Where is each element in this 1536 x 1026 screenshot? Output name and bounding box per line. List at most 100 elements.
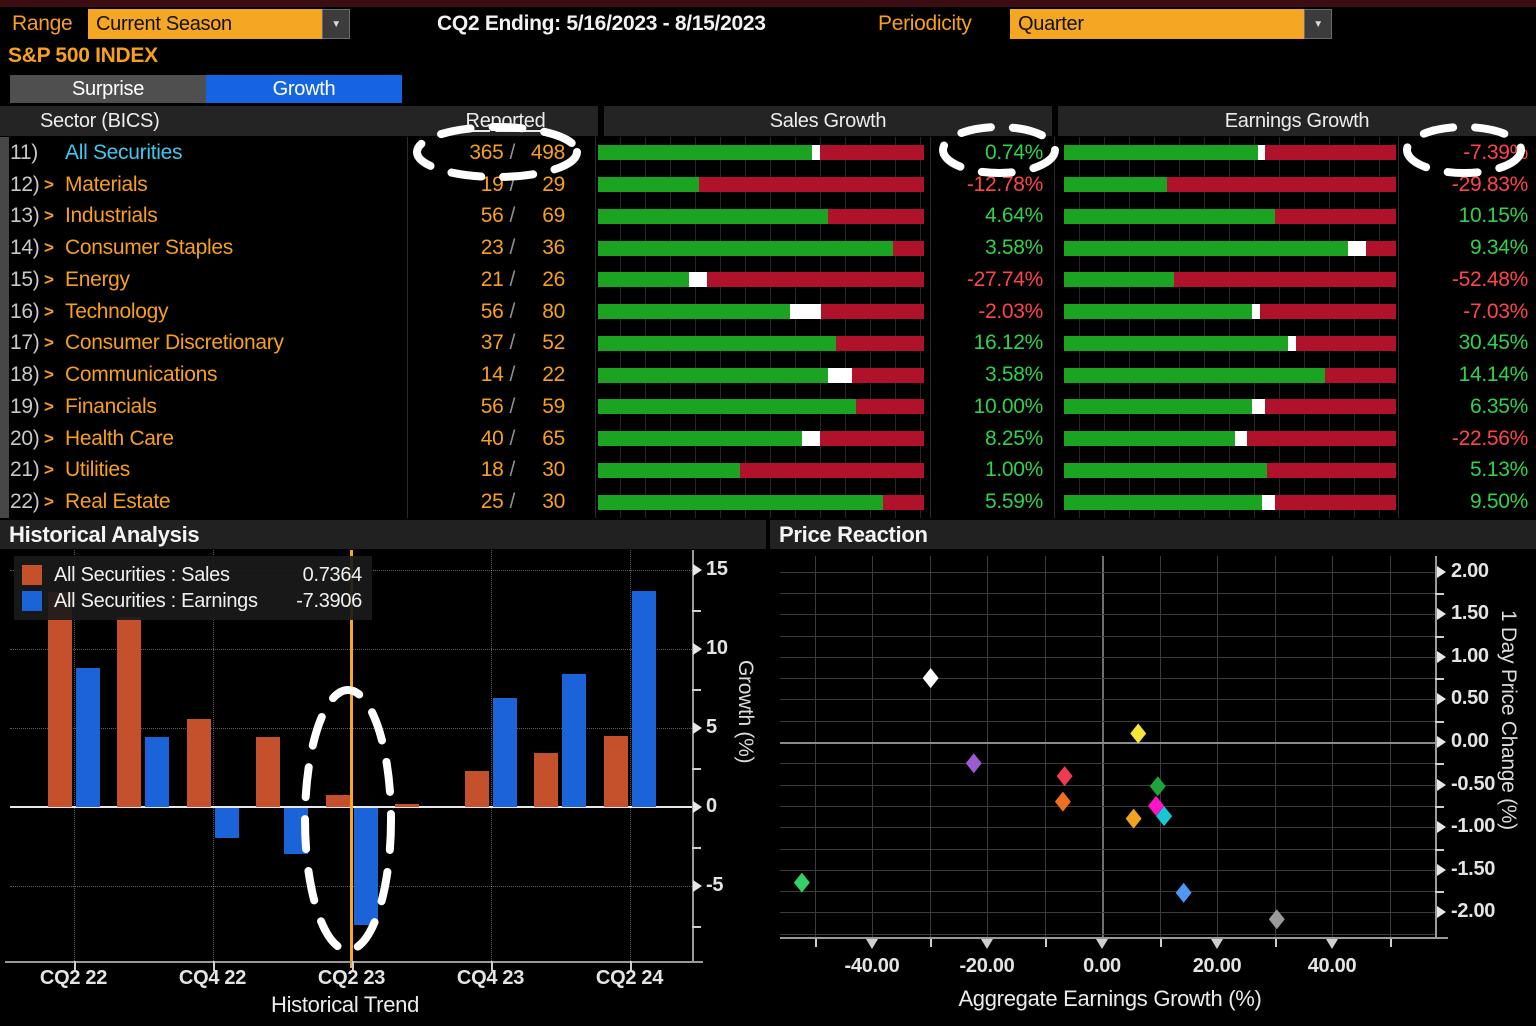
- sector-name: Real Estate: [65, 490, 170, 514]
- period-ending-text: CQ2 Ending: 5/16/2023 - 8/15/2023: [437, 12, 766, 36]
- sector-row-health-care[interactable]: 20)>Health Care: [10, 423, 407, 455]
- reported-cell: 21/26: [408, 264, 565, 296]
- miss-segment: [707, 272, 924, 287]
- gridline-vertical: [1217, 556, 1218, 937]
- legend-swatch: [22, 565, 42, 585]
- sector-row-consumer-staples[interactable]: 14)>Consumer Staples: [10, 232, 407, 264]
- earnings-growth-bar-track: [1064, 368, 1396, 383]
- sector-row-all-securities[interactable]: 11)All Securities: [10, 137, 407, 169]
- sales-bar-cq1-23: [256, 737, 280, 807]
- price-reaction-header: Price Reaction: [770, 520, 1536, 549]
- column-divider: [407, 137, 408, 518]
- sector-row-consumer-discretionary[interactable]: 17)>Consumer Discretionary: [10, 328, 407, 360]
- beat-segment: [598, 495, 883, 510]
- y-axis-tick-arrow: [1437, 864, 1446, 876]
- earnings-growth-value: -29.83%: [1399, 169, 1528, 201]
- sector-row-real-estate[interactable]: 22)>Real Estate: [10, 486, 407, 518]
- x-axis-minor-tick: [1045, 939, 1047, 947]
- reported-total: 26: [521, 268, 565, 292]
- reported-cell: 56/59: [408, 391, 565, 423]
- expand-chevron-icon: >: [44, 365, 65, 385]
- miss-segment: [699, 177, 924, 192]
- y-axis-minor-tick: [1435, 636, 1444, 638]
- range-dropdown[interactable]: Current Season ▼: [88, 9, 350, 39]
- periodicity-label: Periodicity: [878, 9, 972, 39]
- sales-growth-value: 8.25%: [931, 423, 1043, 455]
- sector-row-industrials[interactable]: 13)>Industrials: [10, 201, 407, 233]
- sector-row-energy[interactable]: 15)>Energy: [10, 264, 407, 296]
- gridline-vertical: [630, 550, 631, 961]
- expand-chevron-icon: >: [44, 175, 65, 195]
- earnings-growth-bar: [1055, 423, 1398, 455]
- x-axis-tick-arrow: [981, 939, 993, 949]
- gridline-vertical: [1160, 556, 1161, 937]
- y-axis-tick-label: 0: [706, 795, 717, 818]
- reported-slash: /: [509, 458, 515, 482]
- sales-growth-bar: [596, 264, 930, 296]
- scatter-point: [1126, 809, 1142, 829]
- reported-cell: 56/69: [408, 201, 565, 233]
- reported-slash: /: [509, 490, 515, 514]
- y-axis-tick-label: -1.00: [1451, 815, 1495, 838]
- gridline-horizontal: [780, 657, 1435, 658]
- y-axis-tick-arrow: [693, 564, 702, 576]
- sector-row-communications[interactable]: 18)>Communications: [10, 359, 407, 391]
- sales-growth-bar-track: [598, 399, 924, 414]
- column-header-sales-growth[interactable]: Sales Growth: [604, 106, 1052, 136]
- reported-count: 40: [481, 427, 504, 451]
- sales-growth-bar-track: [598, 209, 924, 224]
- beat-segment: [1064, 495, 1262, 510]
- sales-growth-value: 3.58%: [931, 232, 1043, 264]
- chevron-down-icon[interactable]: ▼: [1304, 9, 1332, 39]
- inline-segment: [1288, 336, 1296, 351]
- sector-name: Utilities: [65, 458, 130, 482]
- gridline-horizontal: [780, 934, 1435, 935]
- y-axis-tick-label: 5: [706, 716, 717, 739]
- sector-row-technology[interactable]: 16)>Technology: [10, 296, 407, 328]
- sales-growth-bar-track: [598, 241, 924, 256]
- reported-total: 30: [521, 458, 565, 482]
- miss-segment: [740, 463, 924, 478]
- inline-segment: [689, 272, 707, 287]
- chevron-down-icon[interactable]: ▼: [322, 9, 350, 39]
- gridline-horizontal: [780, 763, 1435, 764]
- miss-segment: [1167, 177, 1396, 192]
- miss-segment: [1260, 304, 1396, 319]
- beat-segment: [1064, 241, 1348, 256]
- sector-row-financials[interactable]: 19)>Financials: [10, 391, 407, 423]
- sales-bar-cq4-23: [465, 771, 489, 807]
- miss-segment: [828, 209, 924, 224]
- reported-total: 59: [521, 395, 565, 419]
- sector-row-materials[interactable]: 12)>Materials: [10, 169, 407, 201]
- beat-segment: [598, 431, 802, 446]
- miss-segment: [893, 241, 924, 256]
- reported-cell: 25/30: [408, 486, 565, 518]
- earnings-growth-bar: [1055, 232, 1398, 264]
- tab-surprise[interactable]: Surprise: [10, 75, 206, 103]
- gridline-vertical: [1045, 556, 1046, 937]
- column-header-earnings-growth[interactable]: Earnings Growth: [1058, 106, 1536, 136]
- column-header-sector[interactable]: Sector (BICS): [0, 106, 447, 136]
- legend-value: 0.7364: [303, 564, 362, 587]
- scatter-xaxis-title: Aggregate Earnings Growth (%): [900, 986, 1320, 1012]
- y-axis-minor-tick: [1435, 806, 1444, 808]
- y-axis-tick-arrow: [1437, 651, 1446, 663]
- range-dropdown-value: Current Season: [88, 9, 322, 39]
- reported-count: 25: [481, 490, 504, 514]
- expand-chevron-icon: >: [44, 302, 65, 322]
- reported-count: 19: [481, 173, 504, 197]
- sector-row-utilities[interactable]: 21)>Utilities: [10, 455, 407, 487]
- gridline-horizontal: [780, 593, 1435, 594]
- earnings-growth-bar: [1055, 137, 1398, 169]
- earnings-growth-bar: [1055, 455, 1398, 487]
- miss-segment: [836, 336, 924, 351]
- reported-slash: /: [509, 268, 515, 292]
- sales-growth-bar: [596, 486, 930, 518]
- sales-bar-cq3-22: [117, 617, 141, 807]
- inline-segment: [828, 368, 852, 383]
- column-header-reported[interactable]: Reported: [413, 106, 598, 136]
- y-axis-tick-label: 15: [706, 558, 728, 581]
- periodicity-dropdown[interactable]: Quarter ▼: [1010, 9, 1332, 39]
- tab-growth[interactable]: Growth: [206, 75, 402, 103]
- earnings-bar-cq2-22: [76, 668, 100, 807]
